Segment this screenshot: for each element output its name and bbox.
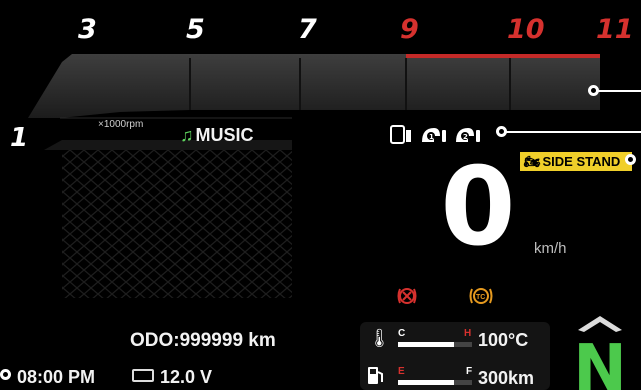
odometer: ODO:999999 km (130, 330, 276, 351)
fuel-bar (398, 380, 472, 385)
fuel-range: 300km (478, 368, 535, 388)
rider-1-helmet-icon: 1 (422, 128, 446, 142)
rpm-unit-label: ×1000rpm (98, 119, 144, 130)
music-note-icon: ♫ (180, 125, 194, 145)
coolant-temp-icon: 🌡 (368, 328, 391, 348)
speed-readout: 0 (440, 145, 516, 270)
svg-text:N: N (573, 332, 627, 390)
tach-mark-3: 3 (78, 14, 97, 45)
fuel-pump-icon (368, 367, 383, 384)
traction-control-icon: TC (469, 288, 493, 304)
tach-mark-5: 5 (186, 14, 205, 45)
callout-dot-clock (0, 369, 11, 380)
temp-high-label: H (464, 328, 472, 339)
fuel-high-label: F (466, 366, 473, 377)
tach-mark-9: 9 (400, 14, 419, 45)
battery-voltage: 12.0 V (160, 367, 213, 387)
phone-battery-icon (390, 125, 411, 144)
svg-text:2: 2 (463, 133, 468, 141)
side-stand-label: SIDE STAND (542, 154, 621, 169)
callout-dot-tach (588, 85, 599, 96)
callout-line-status (506, 131, 641, 133)
temp-bar (398, 342, 472, 347)
fuel-bar-fill (398, 380, 454, 385)
gear-indicator: N (573, 316, 627, 390)
temp-bar-fill (398, 342, 454, 347)
temp-fuel-panel: 🌡 C H 100°C E F 300km (360, 322, 550, 390)
battery-icon (132, 369, 154, 382)
callout-line-tach (598, 90, 641, 92)
status-icons: 1 2 (390, 125, 480, 144)
tach-mark-11: 11 (596, 14, 634, 45)
music-indicator: ♫ MUSIC (180, 125, 254, 146)
abs-warning-icon (397, 288, 417, 304)
svg-text:1: 1 (429, 133, 434, 141)
temp-low-label: C (398, 328, 406, 339)
tach-mark-10: 10 (507, 14, 545, 45)
instrument-cluster: 3 5 7 9 10 11 1 ×1000rpm ♫MUSIC 1 2 � (0, 0, 641, 390)
tach-mark-1: 1 (10, 123, 29, 153)
music-label: MUSIC (195, 125, 254, 145)
fuel-low-label: E (398, 366, 405, 377)
temp-value: 100°C (478, 330, 529, 350)
callout-dot-sidestand (625, 154, 636, 165)
speed-unit: km/h (534, 240, 567, 257)
rider-2-helmet-icon: 2 (456, 128, 480, 142)
clock-readout: 08:00 PM (17, 367, 96, 387)
side-stand-warning: 🏍 SIDE STAND (520, 152, 632, 171)
gear-up-chevron-icon (578, 316, 622, 332)
tach-mark-7: 7 (298, 14, 317, 45)
svg-text:TC: TC (476, 294, 485, 301)
callout-dot-status (496, 126, 507, 137)
